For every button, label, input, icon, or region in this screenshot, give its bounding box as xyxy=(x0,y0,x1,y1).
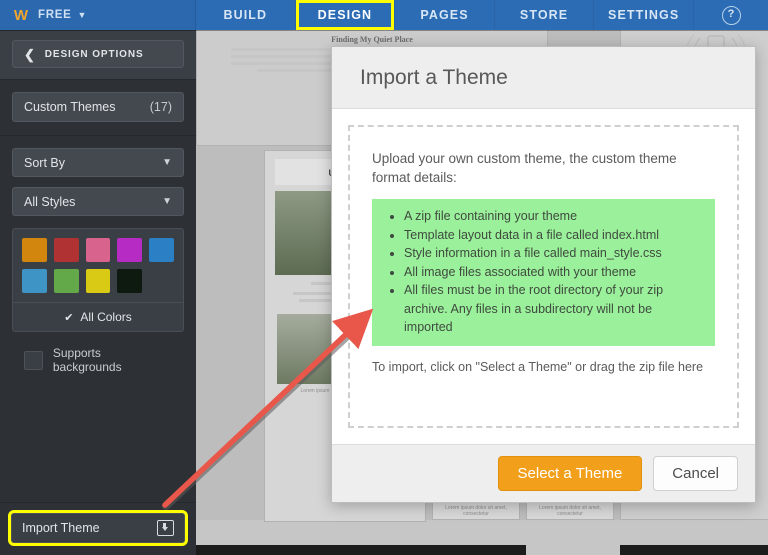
all-colors-button[interactable]: ✔ All Colors xyxy=(13,302,183,331)
filters-section: Sort By ▼ All Styles ▼ ✔ All Colors Supp… xyxy=(0,136,196,401)
select-a-theme-button[interactable]: Select a Theme xyxy=(497,456,643,491)
all-colors-label: All Colors xyxy=(80,310,132,324)
design-sidebar: ❮ DESIGN OPTIONS Custom Themes (17) Sort… xyxy=(0,30,196,555)
import-theme-dialog: Import a Theme Upload your own custom th… xyxy=(331,46,756,503)
chevron-down-icon: ▼ xyxy=(162,196,172,207)
color-swatch[interactable] xyxy=(85,238,111,262)
supports-backgrounds-row[interactable]: Supports backgrounds xyxy=(12,332,184,388)
dialog-title: Import a Theme xyxy=(360,65,508,89)
custom-themes-label: Custom Themes xyxy=(24,100,116,114)
custom-themes-section: Custom Themes (17) xyxy=(0,80,196,136)
sort-by-select[interactable]: Sort By ▼ xyxy=(12,148,184,177)
w-logo-icon: W xyxy=(13,6,29,24)
import-theme-button[interactable]: Import Theme xyxy=(8,510,188,546)
color-swatch[interactable] xyxy=(149,238,174,262)
all-styles-label: All Styles xyxy=(24,194,76,209)
color-swatch[interactable] xyxy=(85,269,111,293)
import-theme-footer: Import Theme xyxy=(0,502,196,555)
color-swatch[interactable] xyxy=(53,238,79,262)
theme-dropzone[interactable]: Upload your own custom theme, the custom… xyxy=(348,125,739,428)
requirement-item: Template layout data in a file called in… xyxy=(404,226,697,245)
dialog-footer: Select a Theme Cancel xyxy=(332,444,755,502)
question-mark-icon: ? xyxy=(721,5,741,25)
tab-pages[interactable]: PAGES xyxy=(395,0,495,30)
color-swatch[interactable] xyxy=(117,269,143,293)
tab-settings[interactable]: SETTINGS xyxy=(594,0,694,30)
color-swatch[interactable] xyxy=(22,269,47,293)
chevron-left-icon: ❮ xyxy=(24,46,36,62)
tab-build[interactable]: BUILD xyxy=(196,0,296,30)
theme-requirements-list: A zip file containing your theme Templat… xyxy=(372,199,715,346)
sidebar-header: ❮ DESIGN OPTIONS xyxy=(0,30,196,80)
app-root: Finding My Quiet Place UNITE Lorem ipsum… xyxy=(0,0,768,555)
requirement-item: A zip file containing your theme xyxy=(404,207,697,226)
requirement-item: All image files associated with your the… xyxy=(404,263,697,282)
import-theme-label: Import Theme xyxy=(22,521,100,535)
dialog-header: Import a Theme xyxy=(332,47,755,109)
top-navigation-bar: W FREE ▼ BUILD DESIGN PAGES STORE SETTIN… xyxy=(0,0,768,30)
help-button[interactable]: ? xyxy=(694,0,768,30)
tab-store[interactable]: STORE xyxy=(495,0,595,30)
requirement-item: Style information in a file called main_… xyxy=(404,244,697,263)
design-options-back-button[interactable]: ❮ DESIGN OPTIONS xyxy=(12,40,184,68)
check-icon: ✔ xyxy=(64,311,74,324)
sort-by-label: Sort By xyxy=(24,155,65,170)
chevron-down-icon: ▼ xyxy=(162,157,172,168)
dropzone-instruction-text: To import, click on "Select a Theme" or … xyxy=(372,359,704,374)
color-swatch[interactable] xyxy=(22,238,47,262)
thumbnail-caption: Lorem ipsum dolor sit amet, consectetur xyxy=(445,505,507,517)
brand-plan-menu[interactable]: W FREE ▼ xyxy=(0,0,196,30)
custom-themes-button[interactable]: Custom Themes (17) xyxy=(12,92,184,122)
cancel-button[interactable]: Cancel xyxy=(653,456,738,491)
color-swatch-grid xyxy=(22,238,174,302)
dropzone-intro-text: Upload your own custom theme, the custom… xyxy=(372,151,677,185)
supports-backgrounds-label: Supports backgrounds xyxy=(52,346,122,374)
thumbnail-title: Finding My Quiet Place xyxy=(331,35,413,44)
requirement-item: All files must be in the root directory … xyxy=(404,281,697,337)
color-filter-panel: ✔ All Colors xyxy=(12,228,184,332)
tab-design[interactable]: DESIGN xyxy=(295,0,396,30)
custom-themes-count: (17) xyxy=(149,100,172,114)
dialog-body: Upload your own custom theme, the custom… xyxy=(332,109,755,444)
design-options-label: DESIGN OPTIONS xyxy=(44,48,144,60)
all-styles-select[interactable]: All Styles ▼ xyxy=(12,187,184,216)
download-box-icon xyxy=(157,520,174,536)
canvas-bottom-bar xyxy=(196,533,768,555)
color-swatch[interactable] xyxy=(117,238,143,262)
supports-backgrounds-checkbox[interactable] xyxy=(24,350,43,370)
nav-tabs: BUILD DESIGN PAGES STORE SETTINGS xyxy=(196,0,694,30)
color-swatch[interactable] xyxy=(53,269,79,293)
thumbnail-caption: Lorem ipsum dolor sit amet, consectetur xyxy=(539,505,601,517)
chevron-down-icon: ▼ xyxy=(77,10,87,20)
brand-plan-label: FREE xyxy=(38,9,72,21)
